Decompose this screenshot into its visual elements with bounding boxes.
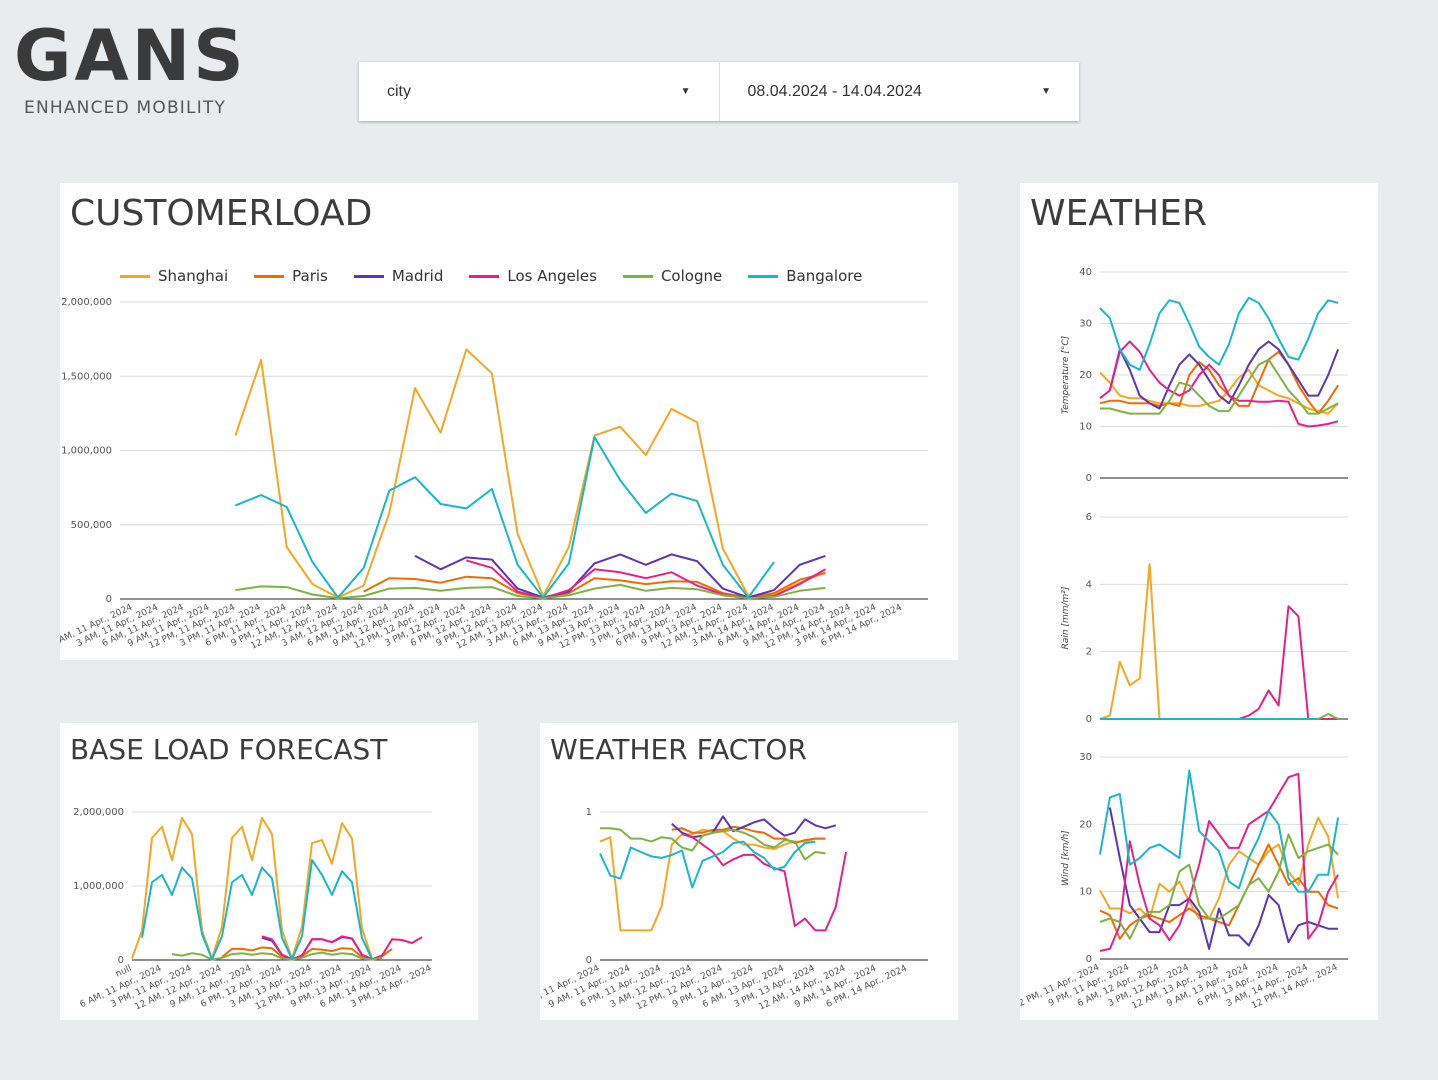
chart-weather_wind: 010203012 PM, 11 Apr., 20249 PM, 11 Apr.… (1020, 752, 1348, 1012)
y-tick-label: 0 (1086, 714, 1092, 725)
chart-weather_temperature: 0 10 20 30 40 Temperature [°C] (1061, 267, 1348, 484)
chart-base_load_forecast: 01,000,0002,000,000null6 AM, 11 Apr., 20… (73, 807, 433, 1013)
series-line-los-angeles (1238, 605, 1339, 720)
date-range-dropdown[interactable]: 08.04.2024 - 14.04.2024 ▼ (718, 62, 1080, 121)
y-tick-label: 4 (1086, 579, 1092, 590)
y-tick-label: 6 (1086, 512, 1092, 523)
y-tick-label: 0 (1086, 473, 1092, 484)
y-tick-label: 0 (586, 955, 592, 966)
y-tick-label: 2,000,000 (73, 807, 124, 818)
city-dropdown[interactable]: city ▼ (359, 62, 719, 121)
y-tick-label: 1,500,000 (61, 371, 112, 382)
series-line-los-angeles (681, 833, 847, 932)
weather-factor-panel: WEATHER FACTOR 0112 AM, 11 Apr., 20249 A… (540, 723, 958, 1020)
y-tick-label: 10 (1079, 887, 1092, 898)
chevron-down-icon: ▼ (1041, 86, 1051, 97)
base-load-forecast-chart: 01,000,0002,000,000null6 AM, 11 Apr., 20… (73, 807, 433, 1013)
chart-weather_rain: 0 2 4 6 Rain [mm/m²] (1061, 512, 1348, 725)
y-tick-label: 30 (1079, 752, 1092, 763)
y-axis-label: Wind [km/h] (1061, 830, 1071, 886)
y-tick-label: 2 (1086, 647, 1092, 658)
series-line-cologne (235, 583, 826, 600)
y-tick-label: 0 (1086, 954, 1092, 965)
weather-charts: 0 10 20 30 40 Temperature [°C] 0 2 4 6 Rain [mm/m²… (1020, 267, 1348, 1012)
y-tick-label: 1,000,000 (61, 446, 112, 457)
chevron-down-icon: ▼ (680, 86, 691, 97)
brand-name: GANS (14, 15, 247, 97)
y-tick-label: 1,000,000 (73, 881, 124, 892)
chart-customerload: 0500,0001,000,0001,500,0002,000,00012 AM… (60, 297, 928, 652)
customerload-panel: CUSTOMERLOAD Shanghai Paris Madrid Los Ange… (60, 183, 958, 660)
y-axis-label: Temperature [°C] (1061, 335, 1071, 414)
y-axis-label: Rain [mm/m²] (1061, 586, 1071, 649)
y-tick-label: 500,000 (71, 520, 112, 531)
base-load-forecast-panel: BASE LOAD FORECAST 0 1,000,000 2,000,000 nu… (60, 723, 478, 1020)
y-tick-label: 1 (586, 807, 592, 818)
y-tick-label: 0 (106, 594, 112, 605)
y-tick-label: 2,000,000 (61, 297, 112, 308)
y-tick-label: 10 (1079, 422, 1092, 433)
customerload-chart: 0500,0001,000,0001,500,0002,000,00012 AM… (60, 297, 928, 652)
y-tick-label: 0 (118, 955, 124, 966)
series-line-bangalore (1099, 296, 1339, 371)
brand-tagline: ENHANCED MOBILITY (24, 98, 227, 118)
series-line-shanghai (599, 828, 826, 932)
brand-logo: GANS ENHANCED MOBILITY (14, 18, 294, 118)
chart-weather_factor: 0112 AM, 11 Apr., 20249 AM, 11 Apr., 202… (540, 807, 928, 1013)
date-range-value: 08.04.2024 - 14.04.2024 (747, 82, 922, 100)
weather-panel: WEATHER 0 10 20 30 40 Temperature [°C] 0 2 4 6 Rai… (1020, 183, 1378, 1020)
filter-bar: city ▼ 08.04.2024 - 14.04.2024 ▼ (359, 62, 1079, 121)
y-tick-label: 40 (1079, 267, 1092, 278)
y-tick-label: 20 (1079, 370, 1092, 381)
series-line-madrid (671, 815, 837, 839)
y-tick-label: 20 (1079, 819, 1092, 830)
series-line-shanghai (1099, 563, 1339, 720)
series-line-shanghai (234, 348, 826, 599)
y-tick-label: 30 (1079, 319, 1092, 330)
city-dropdown-value: city (387, 82, 411, 100)
series-line-bangalore (141, 859, 373, 961)
weather-factor-chart: 0112 AM, 11 Apr., 20249 AM, 11 Apr., 202… (540, 807, 928, 1013)
